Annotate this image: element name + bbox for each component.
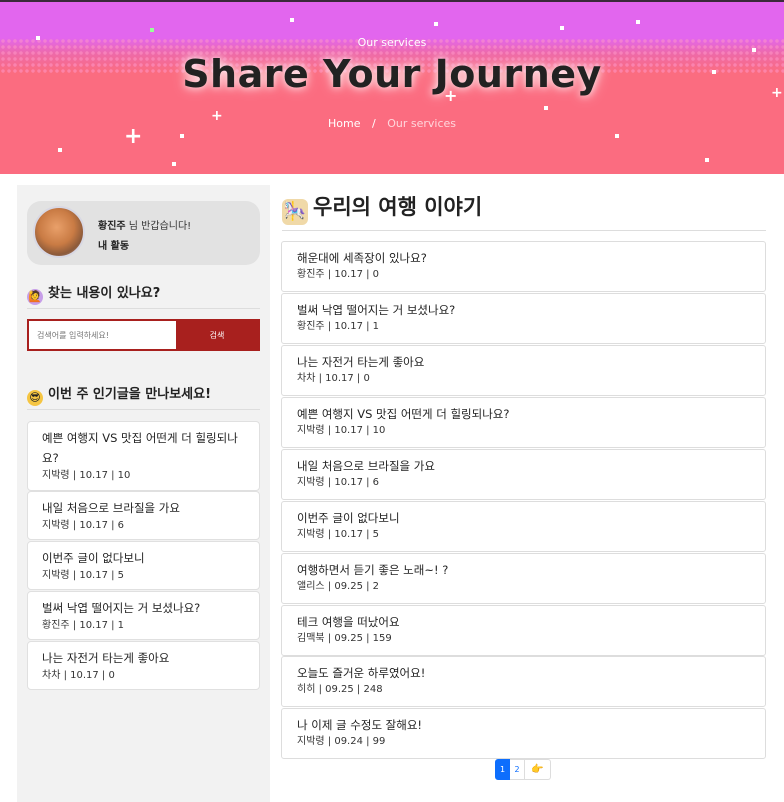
popular-section-title: 😎 이번 주 인기글을 만나보세요! bbox=[27, 383, 211, 406]
breadcrumb-separator: / bbox=[371, 117, 376, 130]
post-item[interactable]: 예쁜 여행지 VS 맛집 어떤게 더 힐링되나요? 지박령 | 10.17 | … bbox=[281, 397, 766, 448]
sparkle bbox=[172, 162, 176, 166]
post-title: 나 이제 글 수정도 잘해요! bbox=[297, 718, 423, 732]
popular-item[interactable]: 나는 자전거 타는게 좋아요 차차 | 10.17 | 0 bbox=[27, 641, 260, 690]
popular-item-meta: 차차 | 10.17 | 0 bbox=[42, 670, 115, 681]
popular-item-meta: 지박령 | 10.17 | 10 bbox=[42, 470, 131, 481]
popular-item-title: 나는 자전거 타는게 좋아요 bbox=[42, 651, 170, 665]
sparkle bbox=[560, 26, 564, 30]
breadcrumb: Home / Our services bbox=[0, 117, 784, 130]
sunglasses-face-icon: 😎 bbox=[27, 390, 43, 406]
search-section-label: 찾는 내용이 있나요? bbox=[48, 286, 161, 301]
post-title: 테크 여행을 떠났어요 bbox=[297, 615, 400, 629]
popular-item-title: 예쁜 여행지 VS 맛집 어떤게 더 힐링되나요? bbox=[42, 431, 238, 465]
sparkle bbox=[544, 106, 548, 110]
post-title: 예쁜 여행지 VS 맛집 어떤게 더 힐링되나요? bbox=[297, 407, 510, 421]
post-title: 오늘도 즐거운 하루였어요! bbox=[297, 666, 426, 680]
popular-item[interactable]: 예쁜 여행지 VS 맛집 어떤게 더 힐링되나요? 지박령 | 10.17 | … bbox=[27, 421, 260, 491]
post-meta: 김맥북 | 09.25 | 159 bbox=[297, 633, 392, 644]
sparkle bbox=[615, 134, 619, 138]
sparkle bbox=[290, 18, 294, 22]
post-item[interactable]: 이번주 글이 없다보니 지박령 | 10.17 | 5 bbox=[281, 501, 766, 552]
popular-item[interactable]: 내일 처음으로 브라질을 가요 지박령 | 10.17 | 6 bbox=[27, 491, 260, 540]
popular-item-meta: 지박령 | 10.17 | 5 bbox=[42, 570, 125, 581]
post-meta: 황진주 | 10.17 | 0 bbox=[297, 269, 380, 280]
profile-card: 황진주 님 반갑습니다! 내 활동 bbox=[27, 201, 260, 265]
post-meta: 앨리스 | 09.25 | 2 bbox=[297, 581, 380, 592]
person-raising-hand-icon: 🙋 bbox=[27, 289, 43, 305]
post-item[interactable]: 벌써 낙엽 떨어지는 거 보셨나요? 황진주 | 10.17 | 1 bbox=[281, 293, 766, 344]
avatar[interactable] bbox=[33, 206, 85, 258]
sparkle bbox=[150, 28, 154, 32]
popular-item[interactable]: 벌써 낙엽 떨어지는 거 보셨나요? 황진주 | 10.17 | 1 bbox=[27, 591, 260, 640]
sparkle bbox=[636, 20, 640, 24]
page-link-1[interactable]: 1 bbox=[495, 759, 510, 780]
divider bbox=[282, 230, 766, 231]
sparkle bbox=[180, 134, 184, 138]
post-meta: 지박령 | 10.17 | 5 bbox=[297, 529, 380, 540]
divider bbox=[27, 409, 260, 410]
search-button[interactable]: 검색 bbox=[176, 321, 258, 349]
pointing-hand-icon[interactable]: 👉 bbox=[525, 759, 551, 780]
sidebar: 황진주 님 반갑습니다! 내 활동 🙋 찾는 내용이 있나요? 검색 😎 이번 주 … bbox=[17, 185, 270, 802]
divider bbox=[27, 308, 260, 309]
post-item[interactable]: 내일 처음으로 브라질을 가요 지박령 | 10.17 | 6 bbox=[281, 449, 766, 500]
pagination: 1 2 👉 bbox=[495, 759, 551, 780]
post-item[interactable]: 해운대에 세족장이 있나요? 황진주 | 10.17 | 0 bbox=[281, 241, 766, 292]
post-meta: 지박령 | 09.24 | 99 bbox=[297, 736, 386, 747]
profile-name: 황진주 bbox=[98, 221, 126, 232]
post-meta: 황진주 | 10.17 | 1 bbox=[297, 321, 380, 332]
profile-greeting: 황진주 님 반갑습니다! bbox=[98, 217, 191, 232]
post-title: 여행하면서 듣기 좋은 노래~! ? bbox=[297, 563, 449, 577]
popular-item-title: 내일 처음으로 브라질을 가요 bbox=[42, 501, 180, 515]
post-meta: 지박령 | 10.17 | 10 bbox=[297, 425, 386, 436]
page-title-text: 우리의 여행 이야기 bbox=[313, 195, 483, 219]
search-section-title: 🙋 찾는 내용이 있나요? bbox=[27, 282, 160, 305]
search-input[interactable] bbox=[29, 321, 178, 349]
sparkle bbox=[705, 158, 709, 162]
popular-item-meta: 황진주 | 10.17 | 1 bbox=[42, 620, 125, 631]
sparkle bbox=[58, 148, 62, 152]
breadcrumb-current: Our services bbox=[387, 117, 456, 130]
popular-item[interactable]: 이번주 글이 없다보니 지박령 | 10.17 | 5 bbox=[27, 541, 260, 590]
post-title: 나는 자전거 타는게 좋아요 bbox=[297, 355, 425, 369]
post-item[interactable]: 나 이제 글 수정도 잘해요! 지박령 | 09.24 | 99 bbox=[281, 708, 766, 759]
popular-section-label: 이번 주 인기글을 만나보세요! bbox=[48, 387, 212, 402]
post-title: 내일 처음으로 브라질을 가요 bbox=[297, 459, 435, 473]
post-meta: 차차 | 10.17 | 0 bbox=[297, 373, 370, 384]
post-item[interactable]: 여행하면서 듣기 좋은 노래~! ? 앨리스 | 09.25 | 2 bbox=[281, 553, 766, 604]
carousel-horse-icon: 🎠 bbox=[282, 199, 308, 225]
post-title: 이번주 글이 없다보니 bbox=[297, 511, 400, 525]
search-form: 검색 bbox=[27, 319, 260, 351]
greeting-text: 님 반갑습니다! bbox=[125, 221, 192, 232]
my-activity-link[interactable]: 내 활동 bbox=[98, 237, 129, 252]
sparkle bbox=[434, 22, 438, 26]
post-title: 벌써 낙엽 떨어지는 거 보셨나요? bbox=[297, 303, 456, 317]
post-meta: 지박령 | 10.17 | 6 bbox=[297, 477, 380, 488]
breadcrumb-home[interactable]: Home bbox=[328, 117, 360, 130]
post-item[interactable]: 오늘도 즐거운 하루였어요! 히히 | 09.25 | 248 bbox=[281, 656, 766, 707]
post-meta: 히히 | 09.25 | 248 bbox=[297, 684, 383, 695]
popular-item-title: 이번주 글이 없다보니 bbox=[42, 551, 145, 565]
hero-eyebrow: Our services bbox=[357, 36, 427, 49]
hero-banner: + + + + Our services Share Your Journey … bbox=[0, 0, 784, 174]
post-title: 해운대에 세족장이 있나요? bbox=[297, 251, 427, 265]
hero-title: Share Your Journey bbox=[182, 52, 602, 96]
post-item[interactable]: 나는 자전거 타는게 좋아요 차차 | 10.17 | 0 bbox=[281, 345, 766, 396]
popular-item-title: 벌써 낙엽 떨어지는 거 보셨나요? bbox=[42, 601, 201, 615]
page-link-2[interactable]: 2 bbox=[510, 759, 525, 780]
post-item[interactable]: 테크 여행을 떠났어요 김맥북 | 09.25 | 159 bbox=[281, 605, 766, 656]
popular-item-meta: 지박령 | 10.17 | 6 bbox=[42, 520, 125, 531]
page-title: 🎠 우리의 여행 이야기 bbox=[282, 191, 482, 225]
